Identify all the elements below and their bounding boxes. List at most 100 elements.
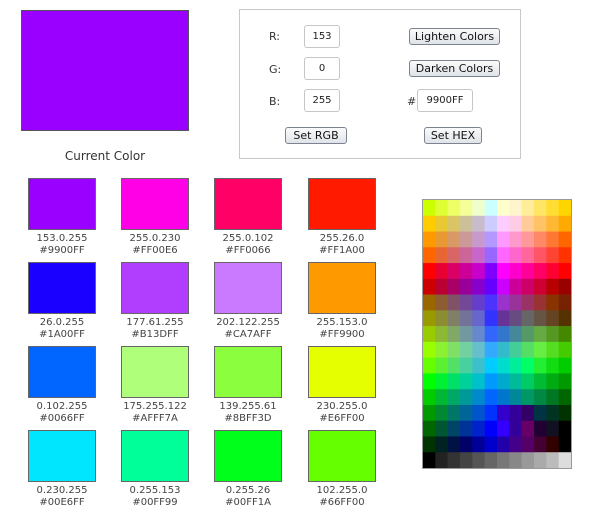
palette-cell[interactable] <box>472 452 485 468</box>
palette-cell[interactable] <box>435 200 448 217</box>
palette-cell[interactable] <box>447 310 461 327</box>
palette-cell[interactable] <box>435 389 448 406</box>
palette-cell[interactable] <box>534 404 547 422</box>
palette-cell[interactable] <box>423 310 436 327</box>
palette-cell[interactable] <box>509 404 522 422</box>
palette-cell[interactable] <box>546 231 559 248</box>
palette-cell[interactable] <box>472 294 485 311</box>
palette-cell[interactable] <box>534 373 547 390</box>
palette-cell[interactable] <box>497 326 510 343</box>
palette-cell[interactable] <box>423 373 436 390</box>
palette-cell[interactable] <box>521 247 535 264</box>
palette-cell[interactable] <box>546 389 559 406</box>
palette-cell[interactable] <box>497 200 510 217</box>
palette-cell[interactable] <box>534 357 547 374</box>
palette-cell[interactable] <box>472 231 485 248</box>
palette-cell[interactable] <box>521 200 535 217</box>
palette-cell[interactable] <box>484 231 498 248</box>
palette-cell[interactable] <box>497 294 510 311</box>
palette-cell[interactable] <box>534 389 547 406</box>
palette-cell[interactable] <box>484 436 498 453</box>
palette-cell[interactable] <box>472 389 485 406</box>
palette-cell[interactable] <box>534 310 547 327</box>
palette-cell[interactable] <box>460 294 473 311</box>
palette-cell[interactable] <box>435 294 448 311</box>
palette-cell[interactable] <box>435 436 448 453</box>
palette-cell[interactable] <box>509 420 522 437</box>
palette-cell[interactable] <box>509 357 522 374</box>
palette-cell[interactable] <box>534 341 547 358</box>
palette-grid[interactable] <box>422 199 572 469</box>
palette-cell[interactable] <box>546 452 559 468</box>
palette-cell[interactable] <box>521 215 535 232</box>
palette-cell[interactable] <box>509 373 522 390</box>
palette-cell[interactable] <box>472 200 485 217</box>
palette-cell[interactable] <box>558 404 572 422</box>
color-swatch[interactable] <box>28 178 96 230</box>
palette-cell[interactable] <box>521 452 535 468</box>
palette-cell[interactable] <box>534 200 547 217</box>
palette-cell[interactable] <box>521 404 535 422</box>
palette-cell[interactable] <box>509 326 522 343</box>
palette-cell[interactable] <box>558 341 572 358</box>
palette-cell[interactable] <box>546 278 559 295</box>
palette-cell[interactable] <box>558 310 572 327</box>
palette-cell[interactable] <box>447 373 461 390</box>
palette-cell[interactable] <box>484 200 498 217</box>
palette-cell[interactable] <box>447 420 461 437</box>
palette-cell[interactable] <box>435 452 448 468</box>
palette-cell[interactable] <box>484 310 498 327</box>
palette-cell[interactable] <box>472 247 485 264</box>
palette-cell[interactable] <box>484 420 498 437</box>
palette-cell[interactable] <box>460 436 473 453</box>
palette-cell[interactable] <box>484 404 498 422</box>
palette-cell[interactable] <box>447 231 461 248</box>
palette-cell[interactable] <box>521 231 535 248</box>
palette-cell[interactable] <box>558 247 572 264</box>
g-input[interactable]: 0 <box>304 57 340 80</box>
palette-cell[interactable] <box>509 200 522 217</box>
palette-cell[interactable] <box>558 436 572 453</box>
palette-cell[interactable] <box>509 452 522 468</box>
palette-cell[interactable] <box>423 420 436 437</box>
color-swatch[interactable] <box>214 178 282 230</box>
palette-cell[interactable] <box>423 389 436 406</box>
palette-cell[interactable] <box>472 341 485 358</box>
palette-cell[interactable] <box>447 326 461 343</box>
palette-cell[interactable] <box>546 294 559 311</box>
palette-cell[interactable] <box>497 215 510 232</box>
color-swatch[interactable] <box>308 430 376 482</box>
palette-cell[interactable] <box>497 247 510 264</box>
palette-cell[interactable] <box>423 357 436 374</box>
palette-cell[interactable] <box>447 436 461 453</box>
palette-cell[interactable] <box>484 373 498 390</box>
palette-cell[interactable] <box>521 436 535 453</box>
palette-cell[interactable] <box>423 200 436 217</box>
palette-cell[interactable] <box>534 231 547 248</box>
palette-cell[interactable] <box>558 357 572 374</box>
palette-cell[interactable] <box>497 341 510 358</box>
palette-cell[interactable] <box>521 373 535 390</box>
palette-cell[interactable] <box>447 452 461 468</box>
palette-cell[interactable] <box>423 436 436 453</box>
palette-cell[interactable] <box>460 263 473 280</box>
palette-cell[interactable] <box>435 231 448 248</box>
palette-cell[interactable] <box>460 231 473 248</box>
palette-cell[interactable] <box>472 310 485 327</box>
palette-cell[interactable] <box>460 420 473 437</box>
color-swatch[interactable] <box>121 430 189 482</box>
palette-cell[interactable] <box>521 310 535 327</box>
palette-cell[interactable] <box>534 452 547 468</box>
palette-cell[interactable] <box>558 373 572 390</box>
palette-cell[interactable] <box>447 247 461 264</box>
palette-cell[interactable] <box>509 278 522 295</box>
palette-cell[interactable] <box>460 278 473 295</box>
palette-cell[interactable] <box>423 247 436 264</box>
palette-cell[interactable] <box>472 263 485 280</box>
palette-cell[interactable] <box>546 373 559 390</box>
palette-cell[interactable] <box>484 341 498 358</box>
color-swatch[interactable] <box>28 346 96 398</box>
palette-cell[interactable] <box>423 452 436 468</box>
palette-cell[interactable] <box>534 215 547 232</box>
palette-cell[interactable] <box>435 326 448 343</box>
